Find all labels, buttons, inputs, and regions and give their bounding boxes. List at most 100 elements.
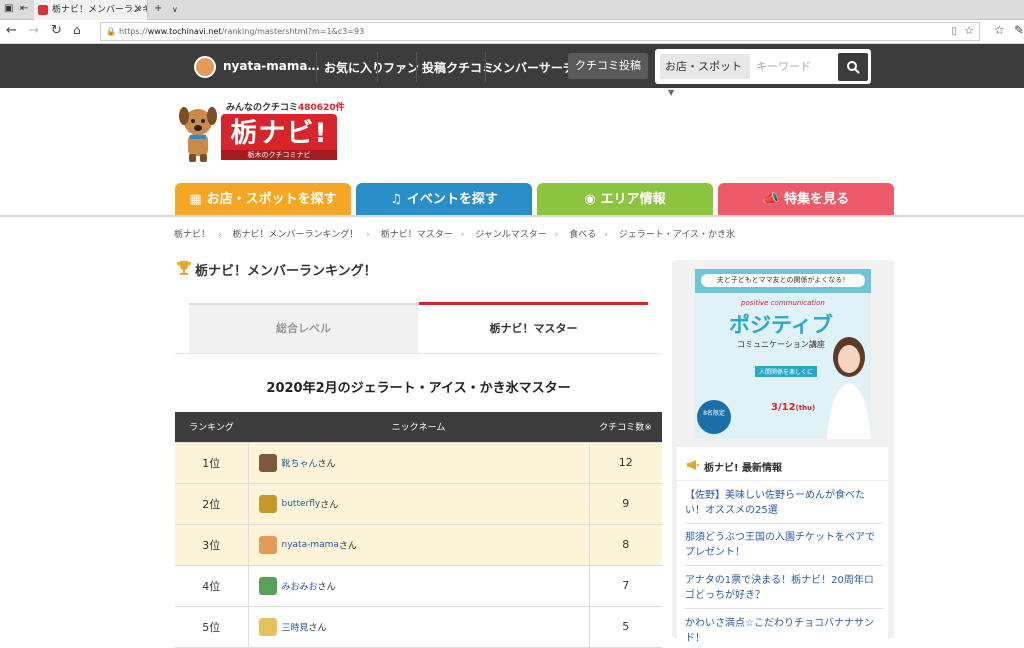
keyword-input[interactable] [756, 54, 834, 79]
honorific: さん [338, 541, 357, 551]
breadcrumb-current: ジェラート・アイス・かき氷 [618, 230, 736, 240]
table-row: 3位 nyata-mamaさん 8 [175, 523, 662, 566]
username-link[interactable]: nyata-mama… [223, 59, 319, 73]
ad-date: 3/12(thu) [771, 402, 815, 413]
nav-favorites[interactable]: お気に入り [324, 59, 384, 76]
nav-divider [416, 52, 417, 82]
nav-member-search[interactable]: メンバーサーチ [491, 59, 575, 76]
member-avatar[interactable] [258, 494, 277, 513]
nav-divider [377, 52, 378, 82]
nav-fans[interactable]: ファン [383, 59, 419, 76]
url-field[interactable]: 🔒 https://www.tochinavi.net/ranking/mast… [100, 22, 980, 41]
col-rank: ランキング [175, 412, 248, 442]
set-aside-tabs-icon[interactable]: ⇤ [20, 3, 28, 14]
shop-icon: ▦ [189, 192, 202, 207]
logo-subtitle: 栃木のクチコミナビ [221, 150, 337, 160]
news-link[interactable]: 【佐野】美味しい佐野らーめんが食べたい！オススメの25選 [685, 488, 883, 518]
member-avatar[interactable] [258, 617, 277, 636]
news-title-divider [677, 480, 888, 481]
close-tab-icon[interactable]: ✕ [134, 0, 142, 20]
breadcrumb-item[interactable]: 食べる [569, 230, 596, 240]
home-icon[interactable]: ⌂ [73, 23, 81, 37]
trophy-icon [177, 261, 191, 275]
news-link[interactable]: 那須どうぶつ王国の入園チケットをペアでプレゼント！ [685, 530, 883, 560]
news-divider [685, 565, 883, 566]
user-avatar[interactable] [194, 56, 216, 78]
member-link[interactable]: みおみお [282, 582, 318, 592]
table-row: 1位 靴ちゃんさん 12 [175, 441, 662, 484]
tab-actions-icon[interactable]: ▣ [4, 3, 13, 14]
col-nickname: ニックネーム [248, 412, 589, 442]
refresh-icon[interactable]: ↻ [51, 23, 62, 38]
table-header-row: ランキング ニックネーム クチコミ数※ [175, 412, 662, 442]
ad-banner[interactable]: 夫と子どもとママ友との関係がよくなる！ positive communicati… [695, 269, 871, 439]
caret-down-icon: ▼ [668, 88, 675, 97]
url-prefix: https:// [119, 27, 148, 36]
nickname-cell: 三時見さん [247, 605, 590, 648]
breadcrumb-item[interactable]: ジャンルマスター [475, 230, 547, 240]
browser-tab-strip: ▣ ⇤ 栃ナビ！メンバーランキング ✕ + ∨ [0, 0, 1024, 20]
member-link[interactable]: butterfly [282, 499, 321, 509]
ad-script-text: positive communication [741, 299, 825, 307]
member-link[interactable]: 三時見 [282, 623, 309, 633]
ranking-month-title: 2020年2月のジェラート・アイス・かき氷マスター [266, 381, 571, 396]
news-link[interactable]: アナタの1票で決まる！栃ナビ！20周年ロゴどっちが好き？ [685, 573, 883, 603]
table-row: 2位 butterflyさん 9 [175, 482, 662, 525]
category-label: 特集を見る [784, 192, 850, 207]
honorific: さん [317, 459, 336, 469]
breadcrumb-item[interactable]: 栃ナビ！マスター [381, 230, 453, 240]
news-link[interactable]: かわいさ満点☆こだわりチョコバナナサンド！ [685, 616, 883, 646]
review-count: 480620件 [298, 103, 345, 113]
breadcrumb-separator: › [366, 230, 370, 240]
table-row: 5位 三時見さん 5 [175, 605, 662, 648]
member-avatar[interactable] [258, 576, 277, 595]
member-link[interactable]: 靴ちゃん [282, 459, 318, 469]
category-area-button[interactable]: ◉ エリア情報 [537, 183, 713, 216]
shop-spot-select[interactable]: お店・スポット ▼ [660, 54, 750, 97]
category-shops-button[interactable]: ▦ お店・スポットを探す [175, 183, 351, 216]
tab-overall-level[interactable]: 総合レベル [189, 303, 418, 353]
ad-badge: 8名限定 [697, 400, 731, 434]
count-cell: 12 [589, 441, 662, 484]
search-button[interactable] [838, 53, 868, 81]
nav-posted-reviews[interactable]: 投稿クチコミ [422, 59, 494, 76]
category-features-button[interactable]: 📣 特集を見る [718, 183, 894, 216]
forward-icon[interactable]: → [28, 23, 39, 38]
breadcrumb-item[interactable]: 栃ナビ！ [174, 230, 210, 240]
back-icon[interactable]: ← [6, 23, 17, 38]
count-cell: 7 [589, 564, 662, 607]
lock-icon: 🔒 [106, 27, 116, 36]
member-avatar[interactable] [258, 535, 277, 554]
news-divider [685, 523, 883, 524]
tab-divider [175, 353, 662, 354]
category-label: エリア情報 [600, 192, 666, 207]
share-icon[interactable]: ✎ [1014, 23, 1024, 37]
breadcrumb-item[interactable]: 栃ナビ！メンバーランキング！ [233, 230, 359, 240]
table-row: 4位 みおみおさん 7 [175, 564, 662, 607]
news-divider [685, 608, 883, 609]
logo-title: 栃ナビ! [221, 114, 337, 154]
count-cell: 8 [589, 523, 662, 566]
new-tab-icon[interactable]: + [154, 3, 162, 14]
browser-tab[interactable]: 栃ナビ！メンバーランキング ✕ [34, 0, 148, 20]
favorites-icon[interactable]: ☆ [994, 23, 1005, 37]
member-avatar[interactable] [258, 453, 277, 472]
tab-tochinavi-master[interactable]: 栃ナビ！マスター [419, 302, 648, 353]
post-review-button[interactable]: クチコミ投稿 [568, 53, 648, 79]
reading-view-icon[interactable]: ▯ [951, 23, 957, 40]
nav-divider [316, 52, 317, 82]
megaphone-icon [687, 460, 699, 470]
url-domain: www.tochinavi.net [147, 27, 222, 36]
category-label: お店・スポットを探す [206, 192, 337, 207]
ad-top-text: 夫と子どもとママ友との関係がよくなる！ [701, 274, 865, 287]
url-path: /ranking/mastershtml?m=1&c3=93 [221, 27, 365, 36]
ad-relation: 人間関係を楽しくに [755, 366, 818, 377]
member-link[interactable]: nyata-mama [282, 540, 339, 550]
nickname-cell: butterflyさん [247, 482, 590, 525]
rank-cell: 3位 [175, 523, 248, 566]
category-events-button[interactable]: ♫ イベントを探す [356, 183, 532, 216]
favorite-star-icon[interactable]: ☆ [964, 22, 974, 39]
megaphone-icon: 📣 [762, 192, 780, 207]
tab-list-icon[interactable]: ∨ [172, 5, 178, 14]
rank-cell: 5位 [175, 605, 248, 648]
